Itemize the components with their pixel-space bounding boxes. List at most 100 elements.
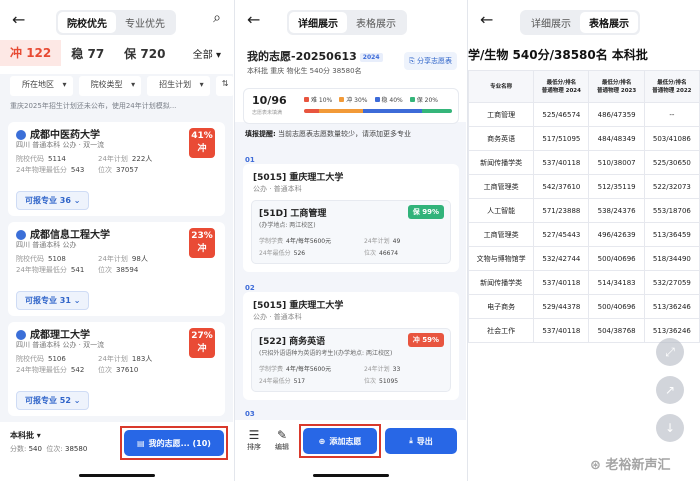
- major-item[interactable]: [51D] 工商管理 (办学地点: 两江校区) 保 99% 学制学费 4年/每年5…: [251, 200, 451, 264]
- probability-tag: 冲 59%: [407, 333, 444, 347]
- table-cell: 500/40696: [588, 294, 645, 319]
- tier-row: 冲 122 稳 77 保 720 全部 ▾: [0, 40, 233, 66]
- available-majors-button[interactable]: 可报专业 31 ⌄: [16, 291, 90, 310]
- filter-region[interactable]: 所在地区 ▾: [10, 76, 73, 96]
- table-cell: 工商管理: [468, 102, 535, 127]
- score-table: 专业名称 最低分/排名 普通物理 2024 最低分/排名 普通物理 2023 最低分/排名…: [468, 70, 700, 343]
- watermark: ⊛ 老裕新声汇: [590, 458, 671, 473]
- table-row[interactable]: 人工智能 571/23888 538/24376 553/18706: [468, 198, 700, 223]
- table-row[interactable]: 工商管理类 527/45443 496/42639 513/36459: [468, 222, 700, 247]
- school-card[interactable]: 成都信息工程大学 四川 普通本科 公办 院校代码 5108 24年计划 98人 24…: [8, 222, 225, 316]
- school-card[interactable]: 成都理工大学 四川 普通本科 公办 · 双一流 院校代码 5106 24年计划 18…: [8, 322, 225, 416]
- table-cell: 512/35119: [588, 174, 645, 199]
- table-cell: 510/38007: [588, 150, 645, 175]
- screen-volunteer-table: ← 详细展示 表格展示 学/生物 540分/38580名 本科批 专业名称 最低分…: [467, 0, 700, 481]
- fill-progress: 10/96 志愿表未填满 难 10% 冲 30% 稳 40% 保 20%: [243, 88, 459, 124]
- legend-item: 冲 30%: [339, 95, 368, 104]
- screen-school-list: ← 院校优先 专业优先 ⌕ 冲 122 稳 77 保 720 全部 ▾ 所在地区…: [0, 0, 233, 481]
- probability-badge: 27% 冲: [189, 328, 215, 358]
- export-button[interactable]: ⤓ 导出: [385, 428, 457, 454]
- school-sub: 四川 普通本科 公办 · 双一流: [16, 141, 105, 149]
- table-cell: 553/18706: [643, 198, 700, 223]
- distribution-segment: [363, 109, 423, 113]
- volunteer-group[interactable]: [5015] 重庆理工大学 公办 · 普通本科 [51D] 工商管理 (办学地点…: [243, 164, 459, 272]
- search-icon[interactable]: ⌕: [213, 10, 221, 26]
- table-cell: 社会工作: [468, 318, 535, 343]
- batch-dropdown[interactable]: 本科批 ▾: [10, 430, 41, 441]
- header: ← 院校优先 专业优先 ⌕ 冲 122 稳 77 保 720 全部 ▾: [0, 0, 233, 74]
- available-majors-button[interactable]: 可报专业 36 ⌄: [16, 191, 90, 210]
- major-item[interactable]: [522] 商务英语 (只招外语语种为英语的考生)(办学地点: 两江校区) 冲 …: [251, 328, 451, 392]
- table-cell: 571/23888: [533, 198, 590, 223]
- tab-table[interactable]: 表格展示: [580, 12, 638, 33]
- filter-plan[interactable]: 招生计划 ▾: [147, 76, 210, 96]
- bottom-toolbar: ☰ 排序 ✎ 编辑 ⊕ 添加志愿 ⤓ 导出: [235, 420, 466, 481]
- tier-bao[interactable]: 保 720: [114, 45, 175, 62]
- home-indicator: [78, 474, 155, 477]
- school-card[interactable]: 成都中医药大学 四川 普通本科 公办 · 双一流 院校代码 5114 24年计划 2…: [8, 122, 225, 216]
- back-arrow-icon[interactable]: ←: [12, 10, 25, 29]
- table-cell: 工商管理类: [468, 174, 535, 199]
- table-cell: 496/42639: [588, 222, 645, 247]
- tab-major-first[interactable]: 专业优先: [116, 12, 174, 33]
- tier-chong[interactable]: 冲 122: [0, 40, 62, 66]
- table-row[interactable]: 新闻传播学类 537/40118 510/38007 525/30650: [468, 150, 700, 175]
- volunteer-title: 我的志愿-20250613 2024: [247, 48, 383, 64]
- available-majors-button[interactable]: 可报专业 52 ⌄: [16, 391, 90, 410]
- tab-table[interactable]: 表格展示: [347, 12, 405, 33]
- table-row[interactable]: 新闻传播学类 537/40118 514/34183 532/27059: [468, 270, 700, 295]
- share-external-icon[interactable]: ↗: [656, 376, 684, 404]
- back-arrow-icon[interactable]: ←: [247, 10, 260, 29]
- table-row[interactable]: 电子商务 529/44378 500/40696 513/36246: [468, 294, 700, 319]
- all-filter-dropdown[interactable]: 全部 ▾: [193, 46, 233, 61]
- major-name: [51D] 工商管理: [259, 209, 327, 219]
- school-name: [5015] 重庆理工大学: [253, 173, 344, 183]
- table-cell: 商务英语: [468, 126, 535, 151]
- table-row[interactable]: 工商管理类 542/37610 512/35119 522/32073: [468, 174, 700, 199]
- table-header: 专业名称 最低分/排名 普通物理 2024 最低分/排名 普通物理 2023 最低分/排名…: [468, 70, 700, 103]
- back-arrow-icon[interactable]: ←: [480, 10, 493, 29]
- share-button[interactable]: ⎘ 分享志愿表: [404, 52, 457, 70]
- filter-school-type[interactable]: 院校类型 ▾: [78, 76, 142, 96]
- bottom-bar: 本科批 ▾ 分数: 540 位次: 38580 ▤ 我的志愿... (10): [0, 422, 233, 481]
- school-name: [5015] 重庆理工大学: [253, 301, 344, 311]
- table-cell: 504/38768: [588, 318, 645, 343]
- group-number: 03: [245, 410, 255, 418]
- table-cell: 537/40118: [533, 318, 590, 343]
- tier-wen[interactable]: 稳 77: [61, 45, 114, 62]
- expand-icon[interactable]: ⤢: [656, 338, 684, 366]
- table-cell: 新闻传播学类: [468, 150, 535, 175]
- sort-button[interactable]: ☰ 排序: [247, 428, 261, 452]
- table-cell: 503/41086: [643, 126, 700, 151]
- major-name: [522] 商务英语: [259, 337, 326, 347]
- table-cell: 542/37610: [533, 174, 590, 199]
- table-cell: 电子商务: [468, 294, 535, 319]
- table-row[interactable]: 文物与博物馆学 532/42744 500/40696 518/34490: [468, 246, 700, 271]
- highlight-box: [299, 424, 381, 458]
- table-cell: 518/34490: [643, 246, 700, 271]
- table-row[interactable]: 工商管理 525/46574 486/47359 --: [468, 102, 700, 127]
- tab-detail[interactable]: 详细展示: [289, 12, 347, 33]
- sort-icon[interactable]: ⇅: [215, 76, 233, 96]
- table-cell: 514/34183: [588, 270, 645, 295]
- table-cell: 人工智能: [468, 198, 535, 223]
- legend-swatch: [374, 97, 380, 102]
- legend-item: 保 20%: [409, 95, 438, 104]
- table-cell: 529/44378: [533, 294, 590, 319]
- mode-tabs: 院校优先 专业优先: [56, 10, 176, 35]
- tab-detail[interactable]: 详细展示: [522, 12, 580, 33]
- download-icon: ⤓: [409, 436, 413, 445]
- download-circle-icon[interactable]: ↓: [656, 414, 684, 442]
- screen-volunteer-detail: ← 详细展示 表格展示 我的志愿-20250613 2024 本科批 重庆 物化生…: [234, 0, 466, 481]
- view-tabs: 详细展示 表格展示: [287, 10, 407, 35]
- share-icon: ⎘: [409, 57, 415, 65]
- group-number: 01: [245, 156, 255, 164]
- table-row[interactable]: 商务英语 517/51095 484/48349 503/41086: [468, 126, 700, 151]
- table-cell: 532/42744: [533, 246, 590, 271]
- tab-school-first[interactable]: 院校优先: [58, 12, 116, 33]
- column-header: 专业名称: [468, 70, 535, 103]
- edit-button[interactable]: ✎ 编辑: [275, 428, 289, 452]
- table-cell: 484/48349: [588, 126, 645, 151]
- probability-tag: 保 99%: [407, 205, 444, 219]
- volunteer-group[interactable]: [5015] 重庆理工大学 公办 · 普通本科 [522] 商务英语 (只招外语…: [243, 292, 459, 400]
